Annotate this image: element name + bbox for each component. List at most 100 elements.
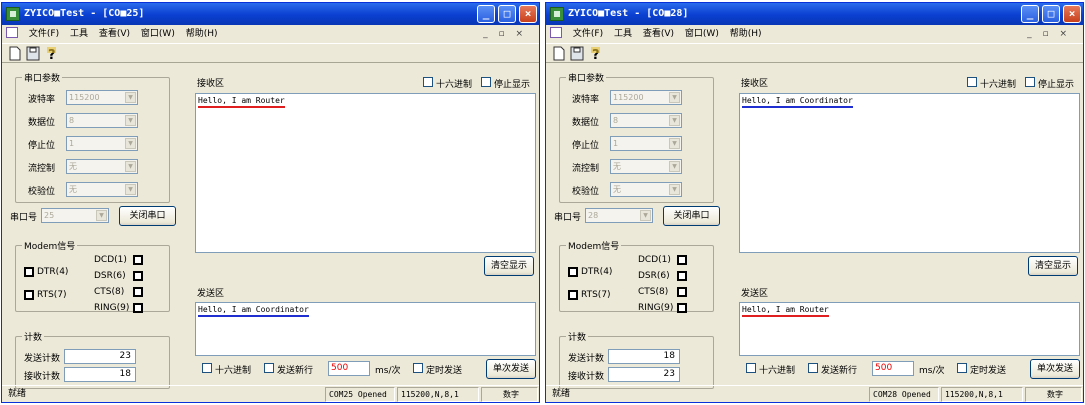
receive-hex-checkbox[interactable] bbox=[967, 77, 977, 87]
timed-send-label: 定时发送 bbox=[426, 366, 463, 376]
send-once-button[interactable]: 单次发送 bbox=[1030, 359, 1080, 379]
receive-textarea[interactable]: Hello, I am Coordinator bbox=[739, 93, 1080, 253]
dcd-label: DCD(1) bbox=[94, 255, 127, 265]
window-title: ZYICO■Test - [CO■25] bbox=[24, 8, 145, 19]
receive-area-title: 接收区 bbox=[197, 79, 225, 89]
parity-label: 校验位 bbox=[28, 187, 56, 197]
port-select[interactable]: 25 ▼ bbox=[41, 208, 109, 223]
chevron-down-icon: ▼ bbox=[125, 115, 136, 126]
dcd-indicator bbox=[677, 255, 687, 265]
receive-textarea[interactable]: Hello, I am Router bbox=[195, 93, 536, 253]
menu-tools[interactable]: 工具 bbox=[614, 26, 632, 43]
stop-display-checkbox[interactable] bbox=[1025, 77, 1035, 87]
interval-input[interactable]: 500 bbox=[328, 361, 370, 376]
send-newline-label: 发送新行 bbox=[277, 366, 314, 376]
stop-display-checkbox[interactable] bbox=[481, 77, 491, 87]
menu-view[interactable]: 查看(V) bbox=[643, 26, 674, 43]
close-button[interactable]: × bbox=[1063, 5, 1081, 23]
rts-checkbox[interactable] bbox=[24, 290, 34, 300]
dtr-checkbox[interactable] bbox=[24, 267, 34, 277]
menu-file[interactable]: 文件(F) bbox=[29, 26, 59, 43]
send-hex-label: 十六进制 bbox=[759, 366, 796, 376]
clear-display-button[interactable]: 清空显示 bbox=[1028, 256, 1078, 276]
data-bits-value: 8 bbox=[69, 116, 75, 125]
stop-bits-select[interactable]: 1 ▼ bbox=[66, 136, 138, 151]
close-button[interactable]: × bbox=[519, 5, 537, 23]
mdi-controls[interactable]: _ ▫ × bbox=[483, 26, 527, 43]
close-port-button[interactable]: 关闭串口 bbox=[119, 206, 176, 226]
menu-window[interactable]: 窗口(W) bbox=[141, 26, 175, 43]
save-icon[interactable] bbox=[25, 46, 41, 61]
timed-send-checkbox[interactable] bbox=[957, 363, 967, 373]
help-icon[interactable]: ? bbox=[44, 46, 60, 61]
status-mode: 数字 bbox=[481, 387, 538, 402]
send-newline-checkbox[interactable] bbox=[808, 363, 818, 373]
title-bar[interactable]: ZYICO■Test - [CO■28] _ □ × bbox=[546, 3, 1083, 25]
menu-help[interactable]: 帮助(H) bbox=[186, 26, 218, 43]
stop-bits-label: 停止位 bbox=[28, 141, 56, 151]
receive-hex-label: 十六进制 bbox=[436, 80, 473, 90]
chevron-down-icon: ▼ bbox=[125, 161, 136, 172]
baud-select[interactable]: 115200 ▼ bbox=[66, 90, 138, 105]
counts-group: 计数 发送计数 23 接收计数 18 bbox=[15, 330, 170, 389]
new-file-icon[interactable] bbox=[7, 46, 23, 61]
save-icon[interactable] bbox=[569, 46, 585, 61]
chevron-down-icon: ▼ bbox=[669, 92, 680, 103]
ring-indicator bbox=[677, 303, 687, 313]
rts-checkbox[interactable] bbox=[568, 290, 578, 300]
stop-bits-select[interactable]: 1 ▼ bbox=[610, 136, 682, 151]
flow-control-select[interactable]: 无 ▼ bbox=[610, 159, 682, 174]
cts-label: CTS(8) bbox=[638, 287, 669, 297]
chevron-down-icon: ▼ bbox=[125, 92, 136, 103]
mdi-controls[interactable]: _ ▫ × bbox=[1027, 26, 1071, 43]
modem-title: Modem信号 bbox=[566, 239, 622, 252]
modem-group: Modem信号 DTR(4) RTS(7) DCD(1) DSR(6) CTS(… bbox=[559, 239, 714, 313]
send-text: Hello, I am Coordinator bbox=[198, 305, 309, 317]
counts-group: 计数 发送计数 18 接收计数 23 bbox=[559, 330, 714, 389]
interval-input[interactable]: 500 bbox=[872, 361, 914, 376]
send-hex-checkbox[interactable] bbox=[202, 363, 212, 373]
minimize-button[interactable]: _ bbox=[477, 5, 495, 23]
interval-unit: ms/次 bbox=[375, 366, 401, 376]
timed-send-checkbox[interactable] bbox=[413, 363, 423, 373]
stop-display-label: 停止显示 bbox=[1038, 80, 1075, 90]
send-once-button[interactable]: 单次发送 bbox=[486, 359, 536, 379]
menu-window[interactable]: 窗口(W) bbox=[685, 26, 719, 43]
port-select[interactable]: 28 ▼ bbox=[585, 208, 653, 223]
menu-file[interactable]: 文件(F) bbox=[573, 26, 603, 43]
data-bits-label: 数据位 bbox=[572, 118, 600, 128]
minimize-button[interactable]: _ bbox=[1021, 5, 1039, 23]
parity-select[interactable]: 无 ▼ bbox=[610, 182, 682, 197]
baud-select[interactable]: 115200 ▼ bbox=[610, 90, 682, 105]
title-bar[interactable]: ZYICO■Test - [CO■25] _ □ × bbox=[2, 3, 539, 25]
close-port-button[interactable]: 关闭串口 bbox=[663, 206, 720, 226]
stop-bits-label: 停止位 bbox=[572, 141, 600, 151]
receive-hex-checkbox[interactable] bbox=[423, 77, 433, 87]
rts-label: RTS(7) bbox=[37, 290, 67, 300]
receive-hex-label: 十六进制 bbox=[980, 80, 1017, 90]
maximize-button[interactable]: □ bbox=[1042, 5, 1060, 23]
menu-view[interactable]: 查看(V) bbox=[99, 26, 130, 43]
new-file-icon[interactable] bbox=[551, 46, 567, 61]
flow-control-select[interactable]: 无 ▼ bbox=[66, 159, 138, 174]
clear-display-button[interactable]: 清空显示 bbox=[484, 256, 534, 276]
ring-label: RING(9) bbox=[638, 303, 674, 313]
send-newline-checkbox[interactable] bbox=[264, 363, 274, 373]
send-textarea[interactable]: Hello, I am Coordinator bbox=[195, 302, 536, 356]
data-bits-select[interactable]: 8 ▼ bbox=[66, 113, 138, 128]
dtr-checkbox[interactable] bbox=[568, 267, 578, 277]
send-textarea[interactable]: Hello, I am Router bbox=[739, 302, 1080, 356]
document-icon bbox=[550, 27, 562, 38]
modem-group: Modem信号 DTR(4) RTS(7) DCD(1) DSR(6) CTS(… bbox=[15, 239, 170, 313]
parity-value: 无 bbox=[69, 185, 77, 194]
data-bits-select[interactable]: 8 ▼ bbox=[610, 113, 682, 128]
maximize-button[interactable]: □ bbox=[498, 5, 516, 23]
menu-tools[interactable]: 工具 bbox=[70, 26, 88, 43]
menu-help[interactable]: 帮助(H) bbox=[730, 26, 762, 43]
help-icon[interactable]: ? bbox=[588, 46, 604, 61]
flow-control-label: 流控制 bbox=[572, 164, 600, 174]
toolbar: ? bbox=[546, 43, 1083, 63]
chevron-down-icon: ▼ bbox=[669, 161, 680, 172]
parity-select[interactable]: 无 ▼ bbox=[66, 182, 138, 197]
send-hex-checkbox[interactable] bbox=[746, 363, 756, 373]
